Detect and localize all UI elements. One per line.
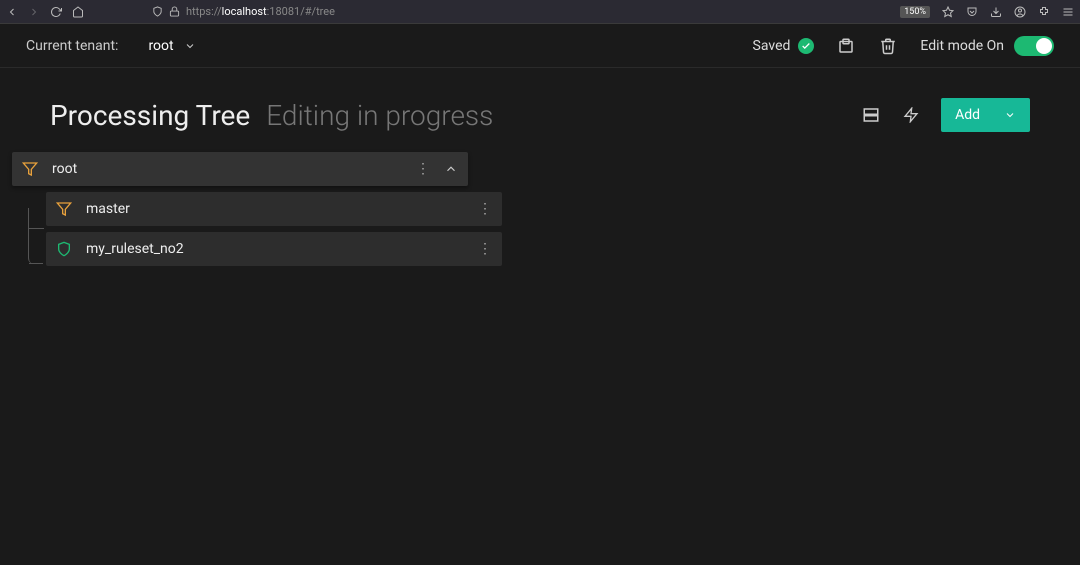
tree-node-root[interactable]: root ⋮ bbox=[12, 152, 468, 186]
bookmark-star-icon[interactable] bbox=[942, 6, 954, 18]
toggle-switch[interactable] bbox=[1014, 36, 1054, 56]
tenant-selector[interactable]: root bbox=[148, 38, 195, 54]
tree-node-child[interactable]: master ⋮ bbox=[46, 192, 502, 226]
bolt-icon[interactable] bbox=[901, 105, 921, 125]
edit-mode-label: Edit mode On bbox=[920, 38, 1004, 54]
saved-label: Saved bbox=[753, 38, 791, 54]
kebab-menu-icon[interactable]: ⋮ bbox=[478, 201, 492, 217]
processing-tree: root ⋮ master ⋮ my_ruleset_no2 ⋮ bbox=[0, 152, 1080, 266]
node-label: master bbox=[86, 201, 464, 217]
page-title: Processing Tree bbox=[50, 99, 250, 132]
chevron-down-icon bbox=[184, 40, 196, 52]
shield-icon bbox=[56, 241, 72, 257]
chevron-up-icon[interactable] bbox=[444, 162, 458, 176]
url-bar[interactable]: https://localhost:18081/#/tree bbox=[152, 5, 892, 18]
tree-connector bbox=[28, 208, 40, 264]
node-label: root bbox=[52, 161, 402, 177]
chevron-down-icon bbox=[1004, 109, 1016, 121]
layout-icon[interactable] bbox=[861, 105, 881, 125]
url-text: https://localhost:18081/#/tree bbox=[186, 5, 335, 18]
page-header: Processing Tree Editing in progress Add bbox=[0, 68, 1080, 152]
browser-toolbar: https://localhost:18081/#/tree 150% bbox=[0, 0, 1080, 24]
home-icon[interactable] bbox=[72, 6, 84, 18]
menu-icon[interactable] bbox=[1062, 6, 1074, 18]
reload-icon[interactable] bbox=[50, 6, 62, 18]
extensions-icon[interactable] bbox=[1038, 6, 1050, 18]
lock-icon bbox=[169, 6, 180, 17]
account-icon[interactable] bbox=[1014, 6, 1026, 18]
saved-status: Saved bbox=[753, 38, 815, 54]
tenant-label: Current tenant: bbox=[26, 38, 118, 54]
tenant-bar: Current tenant: root Saved Edit mode On bbox=[0, 24, 1080, 68]
add-button-label: Add bbox=[955, 107, 980, 123]
shield-icon bbox=[152, 6, 163, 17]
funnel-icon bbox=[22, 161, 38, 177]
forward-icon[interactable] bbox=[28, 6, 40, 18]
tenant-value: root bbox=[148, 38, 173, 54]
kebab-menu-icon[interactable]: ⋮ bbox=[416, 161, 430, 177]
back-icon[interactable] bbox=[6, 6, 18, 18]
check-circle-icon bbox=[798, 38, 814, 54]
node-label: my_ruleset_no2 bbox=[86, 241, 464, 257]
toggle-knob bbox=[1036, 38, 1052, 54]
download-icon[interactable] bbox=[990, 6, 1002, 18]
edit-mode-toggle[interactable]: Edit mode On bbox=[920, 36, 1054, 56]
trash-icon[interactable] bbox=[878, 36, 898, 56]
snapshot-icon[interactable] bbox=[836, 36, 856, 56]
zoom-badge[interactable]: 150% bbox=[900, 6, 930, 18]
page-subtitle: Editing in progress bbox=[266, 99, 493, 132]
kebab-menu-icon[interactable]: ⋮ bbox=[478, 241, 492, 257]
tree-node-child[interactable]: my_ruleset_no2 ⋮ bbox=[46, 232, 502, 266]
add-button[interactable]: Add bbox=[941, 98, 1030, 132]
funnel-icon bbox=[56, 201, 72, 217]
tree-connector bbox=[28, 228, 44, 229]
pocket-icon[interactable] bbox=[966, 6, 978, 18]
